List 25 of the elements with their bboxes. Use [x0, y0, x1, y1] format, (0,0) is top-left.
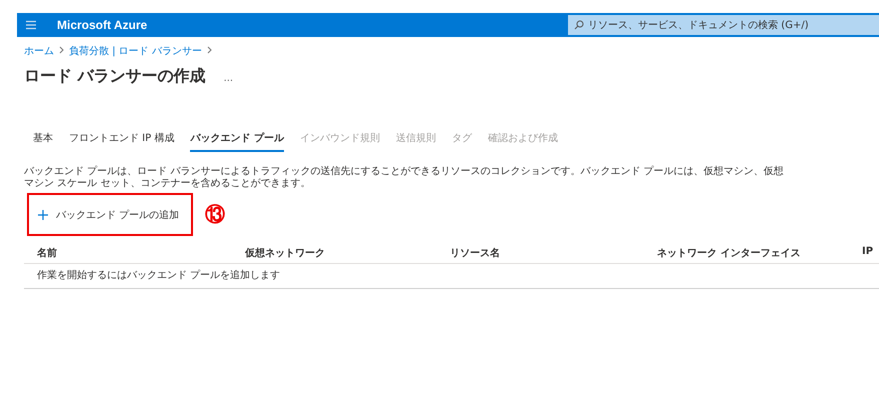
- app-title: Microsoft Azure: [57, 18, 148, 32]
- tab[interactable]: フロントエンド IP 構成: [69, 127, 174, 152]
- search-icon: [574, 20, 584, 30]
- empty-message: 作業を開始するにはバックエンド プールを追加します: [37, 270, 280, 281]
- tab-label: タグ: [452, 132, 472, 146]
- column-header: 仮想ネットワーク: [245, 246, 326, 260]
- breadcrumb-link[interactable]: 負荷分散 | ロード バランサー: [69, 44, 202, 58]
- tab-label: 送信規則: [396, 132, 436, 146]
- column-header: IP: [862, 246, 874, 259]
- page-title: ロード バランサーの作成: [24, 66, 206, 87]
- add-backend-pool-button[interactable]: バックエンド プールの追加: [27, 193, 194, 236]
- breadcrumb-link[interactable]: ホーム: [24, 44, 54, 58]
- menu-icon[interactable]: [25, 19, 37, 31]
- more-button[interactable]: ...: [224, 73, 234, 84]
- tab[interactable]: バックエンド プール: [190, 127, 284, 152]
- search-field[interactable]: リソース、サービス、ドキュメントの検索 (G+/): [568, 15, 879, 35]
- description: バックエンド プールは、ロード バランサーによるトラフィックの送信先にすることができるリソースのコレクションです。バックエンド プールには、仮想マシン、仮想マシン スケール セット、コンテナーを含めることができます。: [24, 166, 784, 190]
- tab-label: インバウンド規則: [300, 132, 380, 146]
- tab-label: 確認および作成: [488, 132, 558, 146]
- plus-icon: [38, 210, 48, 220]
- column-header: ネットワーク インターフェイス: [657, 247, 802, 260]
- annotation-number: ⑬: [205, 201, 226, 228]
- tab[interactable]: 基本: [33, 127, 53, 152]
- column-header: 名前: [37, 246, 58, 260]
- column-header: リソース名: [450, 246, 501, 260]
